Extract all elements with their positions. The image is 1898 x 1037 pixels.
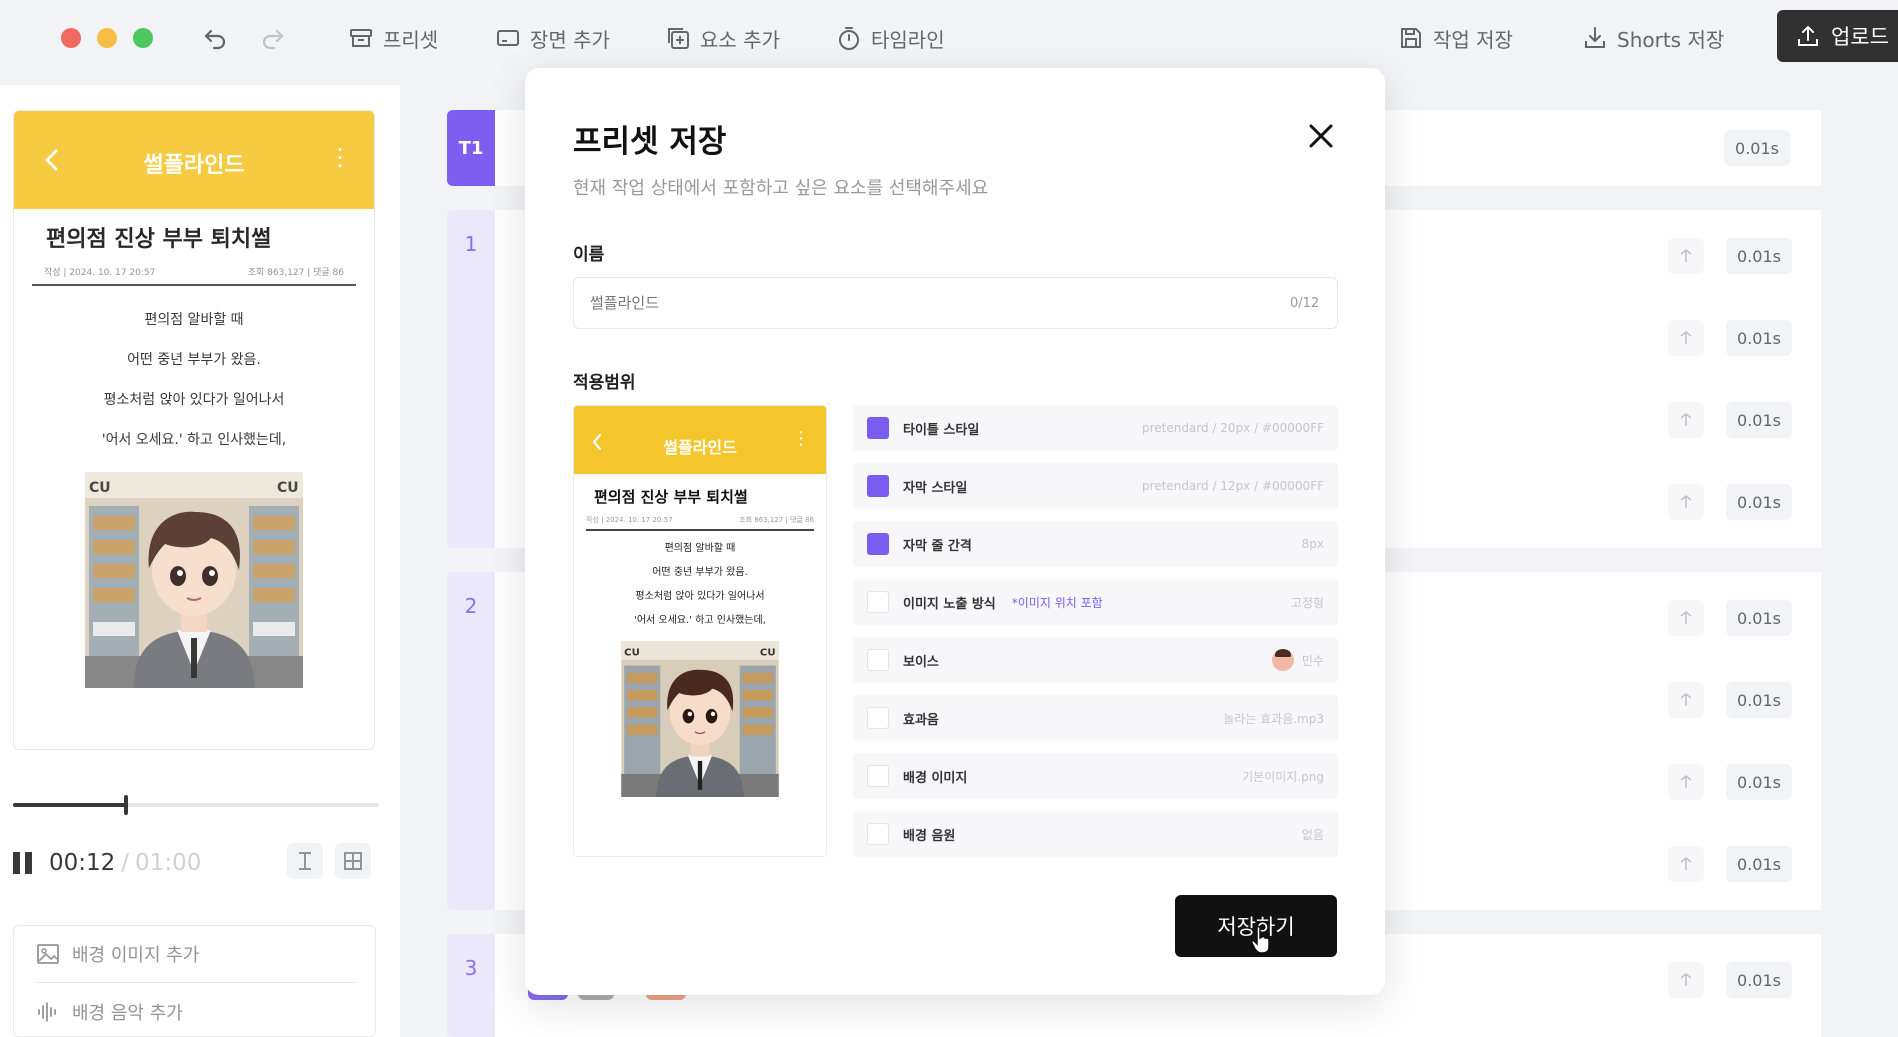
modal-subtitle: 현재 작업 상태에서 포함하고 싶은 요소를 선택해주세요 xyxy=(573,178,989,199)
option-value-text: pretendard / 12px / #00000FF xyxy=(1141,479,1324,493)
option-label: 배경 이미지 xyxy=(903,770,968,786)
option-sound-effect[interactable]: 효과음 놀라는 효과음.mp3 xyxy=(853,695,1338,741)
option-value-text: 민수 xyxy=(1301,653,1324,668)
caption-line: 평소처럼 앉아 있다가 일어나서 xyxy=(635,591,765,602)
option-bg-music[interactable]: 배경 음원 없음 xyxy=(853,811,1338,857)
preset-name-input[interactable] xyxy=(573,277,1338,329)
caption-line: 편의점 알바할 때 xyxy=(664,543,736,554)
mini-meta-right: 조회 863,127 | 댓글 86 xyxy=(739,516,814,524)
option-value: pretendard / 12px / #00000FF xyxy=(1142,479,1324,493)
option-value: 고정형 xyxy=(1291,594,1324,611)
option-value-text: 고정형 xyxy=(1290,595,1324,610)
option-value-text: 없음 xyxy=(1301,827,1324,842)
option-value-text: 기본이미지.png xyxy=(1242,769,1324,784)
option-checkbox[interactable] xyxy=(867,533,889,555)
option-checkbox[interactable] xyxy=(867,417,889,439)
option-checkbox[interactable] xyxy=(867,475,889,497)
option-checkbox[interactable] xyxy=(867,649,889,671)
mouse-cursor-icon xyxy=(1251,925,1270,954)
store-sign-right: CU xyxy=(760,647,776,658)
option-value: 8px xyxy=(1302,537,1324,551)
close-icon[interactable] xyxy=(1305,120,1337,152)
option-bg-image[interactable]: 배경 이미지 기본이미지.png xyxy=(853,753,1338,799)
option-value: 기본이미지.png xyxy=(1242,768,1324,785)
option-note: *이미지 위치 포함 xyxy=(1011,595,1103,610)
more-icon: ⋮ xyxy=(792,428,810,449)
caption-line: 어떤 중년 부부가 왔음. xyxy=(652,567,748,578)
option-label: 자막 줄 간격 xyxy=(903,538,972,554)
option-value: 민수 xyxy=(1271,649,1324,671)
option-value: pretendard / 20px / #00000FF xyxy=(1142,421,1324,435)
option-label: 이미지 노출 방식 xyxy=(903,596,996,612)
option-value: 없음 xyxy=(1302,826,1324,843)
caption-line: '어서 오세요.' 하고 인사했는데, xyxy=(634,615,766,626)
mini-meta: 작성 | 2024. 10. 17 20:57 조회 863,127 | 댓글 … xyxy=(586,515,814,531)
store-sign-left: CU xyxy=(624,647,640,658)
option-voice[interactable]: 보이스 민수 xyxy=(853,637,1338,683)
mini-meta-left: 작성 | 2024. 10. 17 20:57 xyxy=(586,516,673,524)
option-checkbox[interactable] xyxy=(867,823,889,845)
mini-header: 썰플라인드 ⋮ xyxy=(574,406,826,474)
option-label: 배경 음원 xyxy=(903,828,956,844)
option-checkbox[interactable] xyxy=(867,707,889,729)
scope-label: 적용범위 xyxy=(573,373,636,393)
option-value-text: 8px xyxy=(1301,537,1324,551)
preset-preview-thumbnail: 썰플라인드 ⋮ 편의점 진상 부부 퇴치썰 작성 | 2024. 10. 17 … xyxy=(573,405,827,857)
name-label: 이름 xyxy=(573,245,605,265)
option-checkbox[interactable] xyxy=(867,765,889,787)
preset-save-modal: 프리셋 저장 현재 작업 상태에서 포함하고 싶은 요소를 선택해주세요 이름 … xyxy=(525,68,1385,995)
option-checkbox[interactable] xyxy=(867,591,889,613)
option-label: 보이스 xyxy=(903,654,939,670)
voice-avatar xyxy=(1271,649,1294,671)
option-label: 효과음 xyxy=(903,712,939,728)
option-value: 놀라는 효과음.mp3 xyxy=(1223,710,1324,727)
modal-title: 프리셋 저장 xyxy=(573,124,727,160)
option-title-style[interactable]: 타이틀 스타일 pretendard / 20px / #00000FF xyxy=(853,405,1338,451)
option-label: 자막 스타일 xyxy=(903,480,968,496)
store-clerk-illustration: CU CU xyxy=(621,641,779,797)
mini-post-title: 편의점 진상 부부 퇴치썰 xyxy=(594,488,748,506)
option-label: 타이틀 스타일 xyxy=(903,422,980,438)
option-line-spacing[interactable]: 자막 줄 간격 8px xyxy=(853,521,1338,567)
mini-header-title: 썰플라인드 xyxy=(663,438,737,457)
mini-caption-lines: 편의점 알바할 때 어떤 중년 부부가 왔음. 평소처럼 앉아 있다가 일어나서… xyxy=(574,537,826,633)
option-subtitle-style[interactable]: 자막 스타일 pretendard / 12px / #00000FF xyxy=(853,463,1338,509)
option-value-text: pretendard / 20px / #00000FF xyxy=(1141,421,1324,435)
name-char-count: 0/12 xyxy=(1290,296,1320,311)
option-value-text: 놀라는 효과음.mp3 xyxy=(1223,711,1324,726)
option-image-display[interactable]: 이미지 노출 방식 *이미지 위치 포함 고정형 xyxy=(853,579,1338,625)
